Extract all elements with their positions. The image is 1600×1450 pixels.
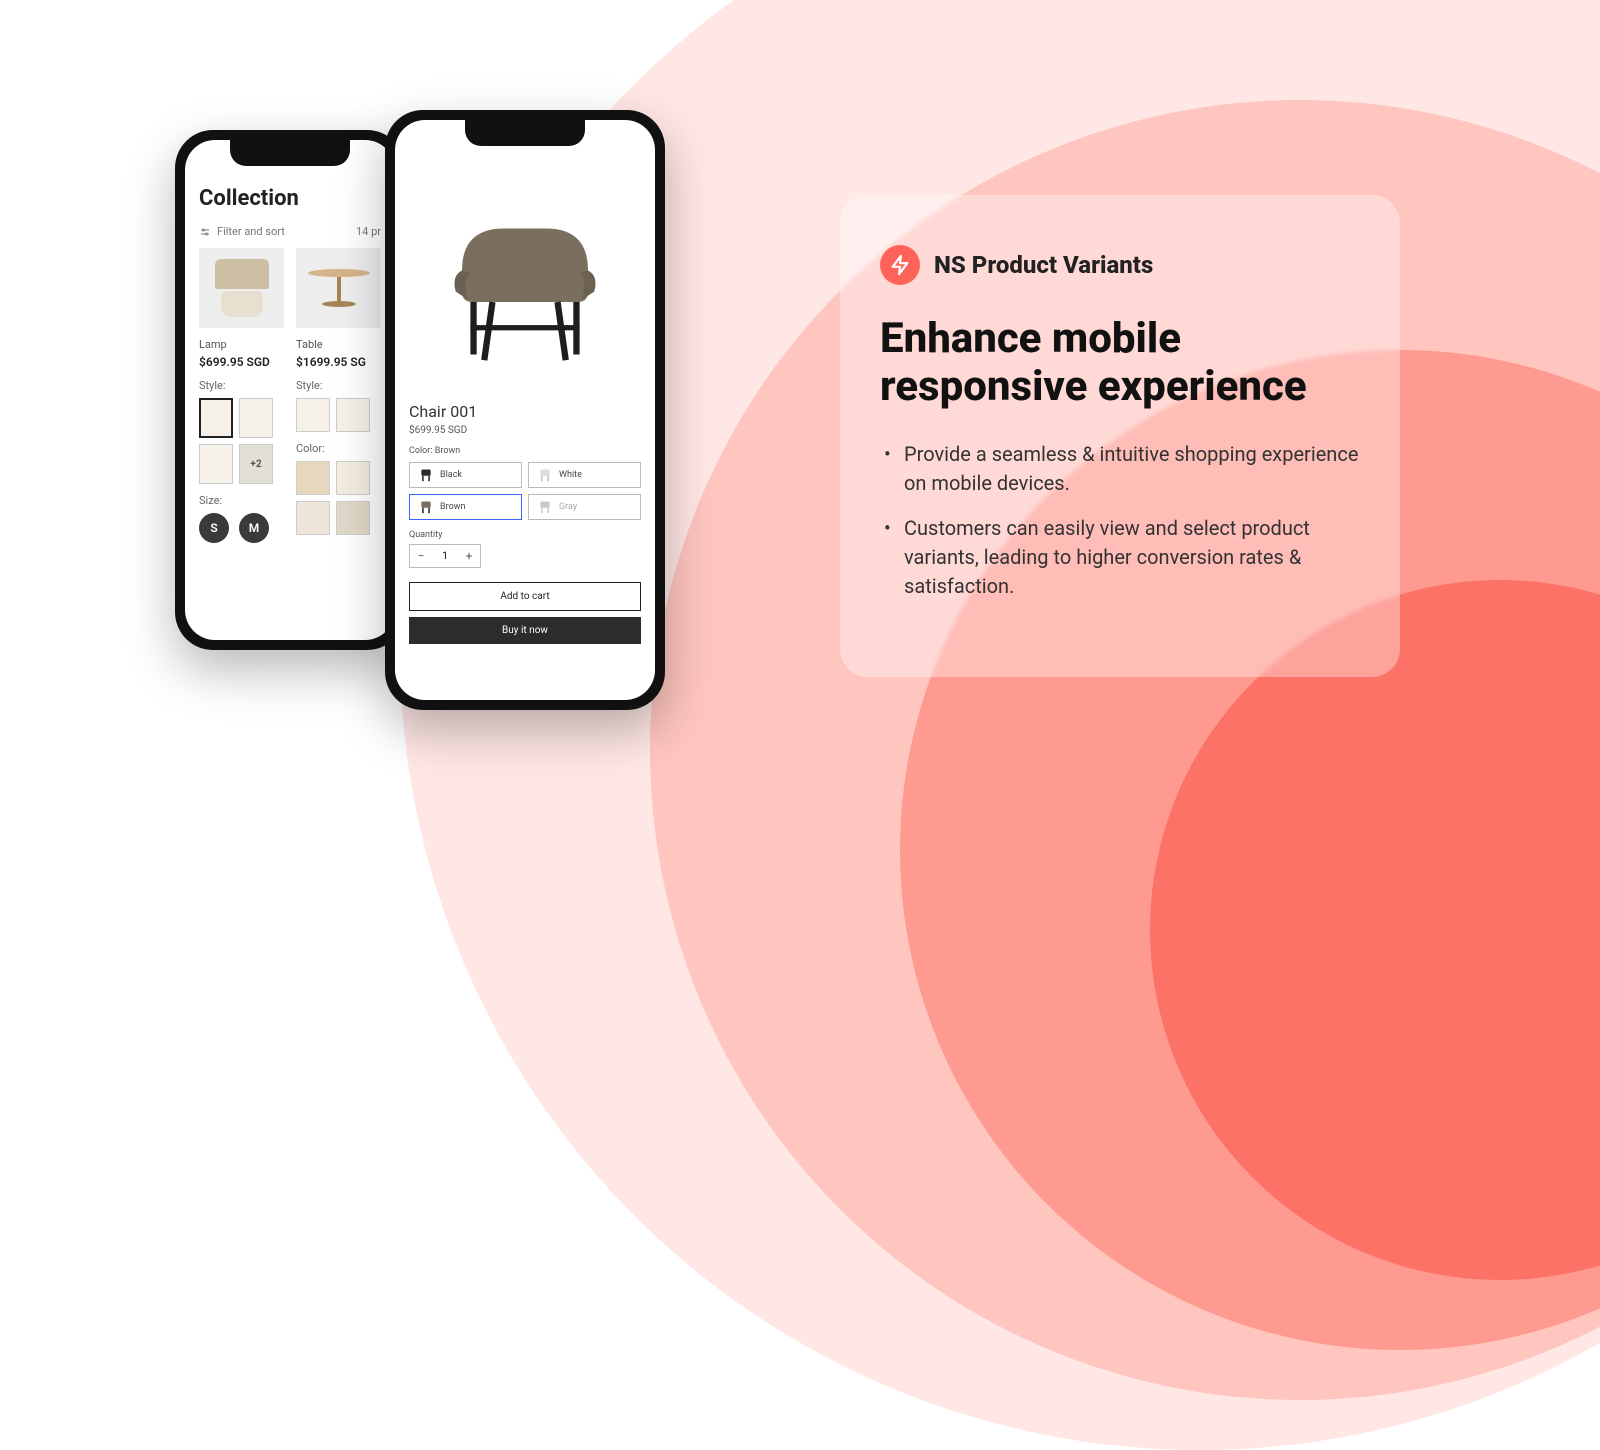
style-swatch[interactable] [199,398,233,438]
style-swatch-more[interactable]: +2 [239,444,273,484]
color-option-black[interactable]: Black [409,462,522,488]
buy-now-button[interactable]: Buy it now [409,617,641,644]
product-card-lamp[interactable]: Lamp $699.95 SGD Style: +2 Size: S M [199,248,284,543]
product-name: Table [296,338,381,351]
chair-icon [420,176,630,386]
product-name: Chair 001 [409,402,641,421]
product-price: $1699.95 SG [296,355,381,369]
style-label: Style: [296,379,381,392]
color-name: Black [440,470,462,480]
phone-notch [230,140,350,166]
color-name: Gray [559,502,577,512]
quantity-value: 1 [432,551,458,562]
color-swatch[interactable] [336,501,370,535]
bullet-list: Provide a seamless & intuitive shopping … [880,440,1360,601]
style-swatch[interactable] [336,398,370,432]
brand-name: NS Product Variants [934,251,1153,279]
product-count: 14 pr [356,225,381,238]
color-option-white[interactable]: White [528,462,641,488]
phone-notch [465,120,585,146]
quantity-label: Quantity [409,530,641,540]
color-name: Brown [440,502,465,512]
quantity-increase[interactable]: + [458,545,480,567]
quantity-stepper: − 1 + [409,544,481,568]
product-image [199,248,284,328]
product-price: $699.95 SGD [199,355,284,369]
phone-collection: Collection Filter and sort 14 pr [175,130,405,650]
color-name: White [559,470,582,480]
color-swatch[interactable] [296,461,330,495]
color-option-gray[interactable]: Gray [528,494,641,520]
color-swatch[interactable] [296,501,330,535]
product-image [296,248,381,328]
headline: Enhance mobile responsive experience [880,315,1360,412]
brand-row: NS Product Variants [880,245,1360,285]
bullet-item: Provide a seamless & intuitive shopping … [904,440,1360,498]
sliders-icon [199,226,211,238]
phones-mockup: Collection Filter and sort 14 pr [175,110,695,730]
color-option-brown[interactable]: Brown [409,494,522,520]
product-hero-image [409,166,641,396]
style-swatch[interactable] [239,398,273,438]
style-swatch[interactable] [199,444,233,484]
brand-icon [880,245,920,285]
style-swatch[interactable] [296,398,330,432]
size-option[interactable]: M [239,513,269,543]
filter-sort-label: Filter and sort [217,225,285,238]
product-price: $699.95 SGD [409,425,641,436]
color-label: Color: Brown [409,446,641,456]
color-swatch[interactable] [336,461,370,495]
style-label: Style: [199,379,284,392]
quantity-decrease[interactable]: − [410,545,432,567]
color-label: Color: [296,442,381,455]
info-card: NS Product Variants Enhance mobile respo… [840,195,1400,677]
filter-and-sort[interactable]: Filter and sort [199,225,285,238]
collection-title: Collection [199,186,381,211]
phone-product: Chair 001 $699.95 SGD Color: Brown Black… [385,110,665,710]
bullet-item: Customers can easily view and select pro… [904,514,1360,601]
add-to-cart-button[interactable]: Add to cart [409,582,641,611]
size-option[interactable]: S [199,513,229,543]
product-card-table[interactable]: Table $1699.95 SG Style: Color: [296,248,381,543]
size-label: Size: [199,494,284,507]
product-name: Lamp [199,338,284,351]
